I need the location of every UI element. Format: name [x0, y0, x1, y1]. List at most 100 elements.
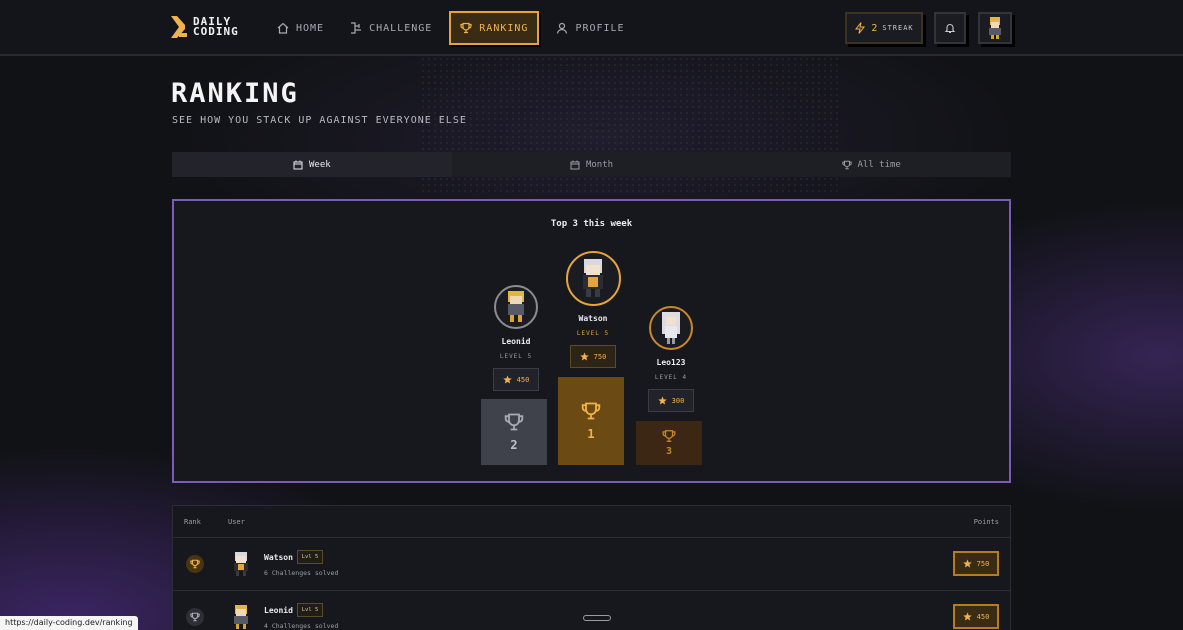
rank-badge-gold: [186, 555, 204, 573]
podium-third[interactable]: Leo123 LEVEL 4 300: [631, 306, 711, 412]
tab-week[interactable]: Week: [172, 152, 452, 177]
podium-place-first: 1: [587, 427, 595, 441]
star-icon: [657, 396, 667, 405]
podium-block-third: 3: [636, 421, 702, 465]
home-icon: [277, 22, 289, 34]
top-navbar: DAILY CODING HOME CHALLENGE RANKING PROF…: [0, 0, 1183, 56]
trophy-icon: [190, 559, 200, 569]
nav-profile-label: PROFILE: [575, 22, 625, 34]
avatar: [494, 285, 538, 329]
podium-block-second: 2: [481, 399, 547, 465]
row-level-badge: Lvl 5: [297, 550, 323, 564]
avatar: [231, 604, 251, 630]
tab-all-time[interactable]: All time: [731, 152, 1011, 177]
points-value: 300: [671, 396, 685, 405]
calendar-icon: [570, 160, 580, 169]
podium-third-points: 300: [648, 389, 694, 412]
tab-month-label: Month: [585, 159, 614, 170]
podium-first-level: LEVEL 5: [576, 330, 610, 337]
points-value: 450: [976, 612, 990, 621]
trophy-icon: [460, 22, 472, 34]
lightning-icon: [855, 22, 866, 34]
star-icon: [962, 559, 972, 568]
main-nav: HOME CHALLENGE RANKING PROFILE: [268, 11, 642, 45]
podium-first-name: Watson: [578, 314, 608, 323]
podium-block-first: 1: [558, 377, 624, 465]
avatar-silver-hair-icon: [234, 552, 248, 576]
col-points: Points: [973, 518, 999, 526]
avatar-white-hair-icon: [662, 312, 680, 344]
ranking-table: Rank User Points Watson Lvl 5 6 Challeng…: [172, 505, 1011, 630]
nav-ranking-label: RANKING: [479, 22, 529, 34]
avatar-blond-icon: [508, 291, 524, 322]
nav-challenge[interactable]: CHALLENGE: [341, 11, 441, 45]
col-rank: Rank: [184, 518, 201, 526]
avatar-blond-icon: [234, 605, 248, 629]
row-username: Leonid: [264, 606, 293, 615]
podium-first-points: 750: [570, 345, 616, 368]
rank-badge-silver: [186, 608, 204, 626]
bell-icon: [944, 24, 956, 34]
avatar: [231, 551, 251, 581]
nav-home[interactable]: HOME: [268, 11, 333, 45]
table-header: Rank User Points: [173, 506, 1010, 538]
row-username: Watson: [264, 553, 293, 562]
podium-place-third: 3: [665, 446, 673, 457]
podium-third-name: Leo123: [656, 358, 686, 367]
nav-home-label: HOME: [296, 22, 325, 34]
logo-text: DAILY CODING: [193, 16, 239, 38]
scroll-indicator[interactable]: [583, 615, 611, 621]
user-avatar-button[interactable]: [978, 12, 1012, 44]
nav-ranking[interactable]: RANKING: [449, 11, 540, 45]
table-row[interactable]: Watson Lvl 5 6 Challenges solved 750: [173, 538, 1010, 591]
trophy-icon: [662, 430, 676, 442]
avatar: [649, 306, 693, 350]
trophy-icon: [190, 612, 200, 622]
row-challenges-solved: 6 Challenges solved: [264, 569, 339, 577]
row-level-badge: Lvl 5: [297, 603, 323, 617]
tab-all-time-label: All time: [857, 159, 901, 170]
user-icon: [557, 22, 568, 34]
star-icon: [502, 375, 512, 384]
points-value: 750: [593, 352, 607, 361]
page-title: RANKING: [171, 78, 299, 109]
table-row[interactable]: Leonid Lvl 5 4 Challenges solved 450: [173, 591, 1010, 630]
tab-month[interactable]: Month: [452, 152, 732, 177]
podium-second-level: LEVEL 5: [499, 353, 533, 360]
trophy-icon: [581, 402, 601, 420]
streak-badge[interactable]: 2 STREAK: [845, 12, 923, 44]
streak-count: 2: [871, 22, 878, 34]
nav-challenge-label: CHALLENGE: [369, 22, 433, 34]
podium-second[interactable]: Leonid LEVEL 5 450: [476, 285, 556, 391]
status-bar-url: https://daily-coding.dev/ranking: [0, 616, 138, 630]
challenge-icon: [351, 22, 362, 34]
podium-second-name: Leonid: [501, 337, 531, 346]
streak-label: STREAK: [882, 24, 914, 32]
page-subtitle: SEE HOW YOU STACK UP AGAINST EVERYONE EL…: [172, 115, 467, 126]
points-value: 750: [976, 559, 990, 568]
logo[interactable]: DAILY CODING: [171, 16, 239, 38]
notifications-button[interactable]: [934, 12, 966, 44]
avatar-blond-icon: [989, 17, 1001, 39]
podium-place-second: 2: [510, 438, 518, 452]
star-icon: [962, 612, 972, 621]
star-icon: [579, 352, 589, 361]
podium-title: Top 3 this week: [550, 219, 633, 229]
podium-second-points: 450: [493, 368, 539, 391]
period-tabs: Week Month All time: [172, 152, 1011, 177]
logo-chevron-icon: [171, 16, 187, 38]
col-user: User: [228, 518, 245, 526]
trophy-icon: [504, 413, 524, 431]
tab-week-label: Week: [308, 159, 331, 170]
row-challenges-solved: 4 Challenges solved: [264, 622, 339, 630]
points-value: 450: [516, 375, 530, 384]
podium-panel: Top 3 this week Watson LEVEL 5 750 Leoni…: [172, 199, 1011, 483]
row-points: 450: [953, 604, 999, 629]
logo-line-2: CODING: [193, 25, 239, 38]
trophy-icon: [841, 160, 852, 169]
avatar-silver-hair-icon: [583, 258, 603, 297]
avatar: [565, 251, 621, 306]
row-points: 750: [953, 551, 999, 576]
nav-profile[interactable]: PROFILE: [547, 11, 633, 45]
podium-first[interactable]: Watson LEVEL 5 750: [553, 251, 633, 368]
